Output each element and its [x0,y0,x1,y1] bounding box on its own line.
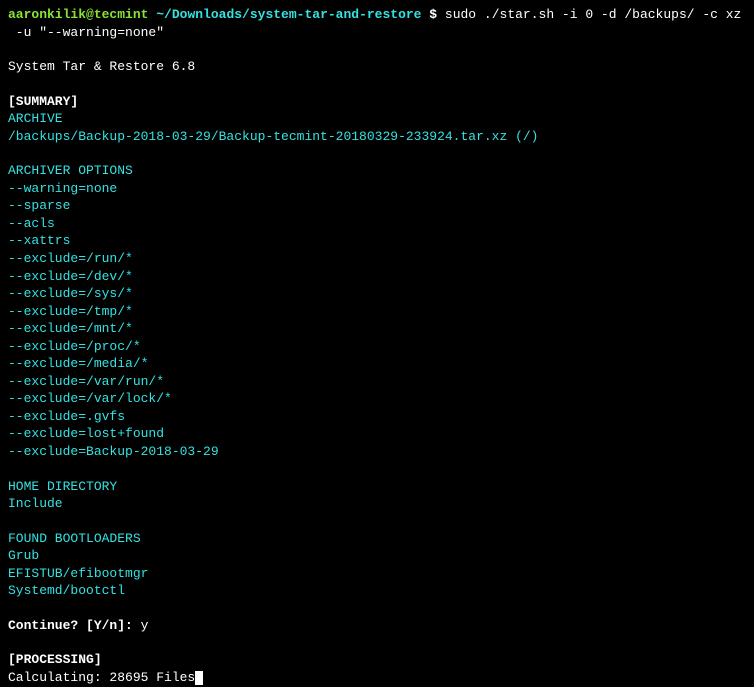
archiver-options-label: ARCHIVER OPTIONS [8,162,746,180]
archiver-option: --sparse [8,197,746,215]
continue-answer[interactable]: y [141,618,149,633]
archiver-option: --exclude=.gvfs [8,408,746,426]
archiver-option: --exclude=/mnt/* [8,320,746,338]
continue-prompt: Continue? [Y/n]: [8,618,141,633]
bootloader-item: Systemd/bootctl [8,582,746,600]
home-directory-value: Include [8,495,746,513]
archiver-option: --exclude=/tmp/* [8,303,746,321]
summary-title: [SUMMARY] [8,93,746,111]
archiver-option: --exclude=/media/* [8,355,746,373]
archiver-option: --exclude=/dev/* [8,268,746,286]
home-directory-label: HOME DIRECTORY [8,478,746,496]
blank-line [8,513,746,530]
processing-title: [PROCESSING] [8,651,746,669]
prompt-path: ~/Downloads/system-tar-and-restore [148,7,429,22]
archiver-option: --exclude=/run/* [8,250,746,268]
blank-line [8,76,746,93]
continue-prompt-line: Continue? [Y/n]: y [8,617,746,635]
blank-line [8,41,746,58]
archiver-option: --exclude=/proc/* [8,338,746,356]
archiver-option: --exclude=/var/run/* [8,373,746,391]
processing-status-line: Calculating: 28695 Files [8,669,746,687]
bootloaders-label: FOUND BOOTLOADERS [8,530,746,548]
archiver-option: --acls [8,215,746,233]
blank-line [8,634,746,651]
prompt-symbol: $ [429,7,445,22]
app-header: System Tar & Restore 6.8 [8,58,746,76]
bootloader-item: EFISTUB/efibootmgr [8,565,746,583]
cursor-icon [195,671,203,685]
command-text-2[interactable]: -u "--warning=none" [8,24,746,42]
archive-path: /backups/Backup-2018-03-29/Backup-tecmin… [8,128,746,146]
bootloader-item: Grub [8,547,746,565]
archiver-option: --exclude=/var/lock/* [8,390,746,408]
prompt-line-1: aaronkilik@tecmint ~/Downloads/system-ta… [8,6,746,24]
archiver-option: --exclude=lost+found [8,425,746,443]
blank-line [8,145,746,162]
prompt-user-host: aaronkilik@tecmint [8,7,148,22]
blank-line [8,600,746,617]
blank-line [8,461,746,478]
processing-status: Calculating: 28695 Files [8,670,195,685]
archiver-option: --warning=none [8,180,746,198]
command-text-1[interactable]: sudo ./star.sh -i 0 -d /backups/ -c xz [445,7,741,22]
archiver-option: --exclude=/sys/* [8,285,746,303]
archiver-option: --exclude=Backup-2018-03-29 [8,443,746,461]
archive-label: ARCHIVE [8,110,746,128]
archiver-option: --xattrs [8,232,746,250]
